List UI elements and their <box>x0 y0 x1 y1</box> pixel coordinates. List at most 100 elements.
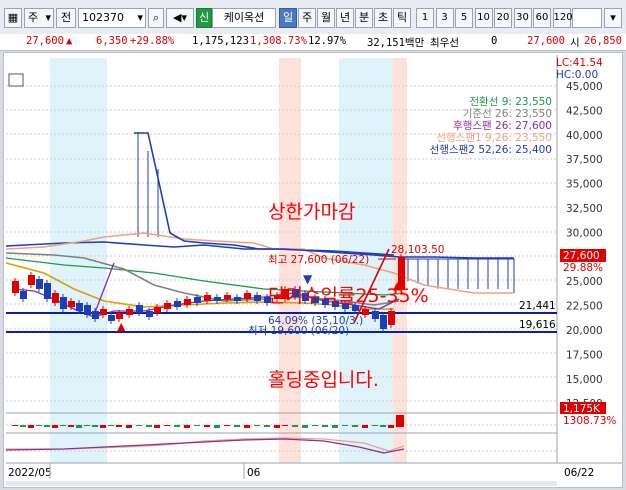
candle-body <box>52 293 59 303</box>
candle-body <box>204 295 211 301</box>
base-legend: 기준선 26: 23,550 <box>463 108 552 120</box>
volume-bar <box>84 425 90 426</box>
annotation-line-1: 상한가마감 <box>268 201 356 223</box>
lower-level-label: 19,616 <box>519 319 556 331</box>
amount: 32,151백만 <box>367 37 425 49</box>
chevron-down-icon[interactable]: ▾ <box>604 8 622 28</box>
change-rate: +29.88% <box>130 35 175 47</box>
candle-body <box>214 297 221 301</box>
volume-bar <box>52 425 58 428</box>
volume-bar <box>224 425 230 426</box>
up-arrow-icon: ▲ <box>66 35 73 47</box>
market-select-value: 주 <box>28 11 39 24</box>
volume-bar <box>28 425 34 428</box>
interval-input[interactable] <box>572 8 602 28</box>
period-tab[interactable]: 월 <box>317 8 335 28</box>
stock-code-value: 102370 <box>82 11 124 24</box>
volume-bar <box>108 425 114 426</box>
candle-body <box>184 299 191 305</box>
volume-bar <box>194 425 200 426</box>
highlight-band <box>50 58 107 463</box>
y-axis-tick: 32,500 <box>566 203 603 215</box>
volume-bar <box>68 425 74 427</box>
period-tab[interactable]: 분 <box>355 8 373 28</box>
search-icon[interactable]: ⌕ <box>148 8 164 28</box>
y-axis-tick: 35,000 <box>566 179 603 191</box>
interval-button[interactable]: 30 <box>513 8 532 28</box>
volume-tag-label: 1,175K <box>563 403 601 415</box>
period-tab[interactable]: 초 <box>374 8 392 28</box>
interval-button[interactable]: 10 <box>474 8 493 28</box>
date-mid: 06 <box>247 467 261 479</box>
volume-bar <box>312 425 318 426</box>
open-price: 26,850 <box>584 35 622 47</box>
interval-button[interactable]: 60 <box>533 8 551 28</box>
volume-bar <box>302 425 308 428</box>
grid-menu-icon[interactable]: ▦ <box>4 8 22 28</box>
period-tab[interactable]: 틱 <box>393 8 411 28</box>
conversion-legend: 전환선 9: 23,550 <box>469 96 552 108</box>
period-tab[interactable]: 일 <box>279 8 297 28</box>
y-axis-tick: 22,500 <box>566 301 603 313</box>
volume-bar <box>234 425 240 427</box>
volume-bar <box>126 425 132 428</box>
candle-body <box>244 293 251 299</box>
volume-bar <box>92 425 98 427</box>
calculator-icon[interactable] <box>8 73 24 87</box>
chevron-down-icon: ▾ <box>45 11 51 24</box>
interval-button[interactable]: 5 <box>455 8 473 28</box>
new-tag: 신 <box>196 8 212 28</box>
market-select[interactable]: 주 ▾ <box>24 8 54 28</box>
volume-bar <box>136 425 142 426</box>
chevron-down-icon: ▾ <box>137 11 143 24</box>
volume-bar <box>388 425 394 428</box>
candle-body <box>234 297 241 301</box>
candle-body <box>92 311 99 319</box>
volume-bar <box>342 425 348 426</box>
turnover-rate: 12.97% <box>308 35 346 47</box>
period-tab[interactable]: 주 <box>298 8 316 28</box>
volume-bar <box>264 425 270 427</box>
interval-button[interactable]: 20 <box>494 8 512 28</box>
volume-bar <box>214 425 220 428</box>
candle-body <box>76 303 83 311</box>
volume-bar <box>116 425 122 427</box>
volume-bar <box>322 425 328 427</box>
quote-bar: 27,600 ▲ 6,350 +29.88% 1,175,123 1,308.7… <box>0 34 626 51</box>
price-rate-label: 29.88% <box>563 262 603 274</box>
candle-body <box>68 301 75 307</box>
speaker-icon[interactable]: ◀▾ <box>166 8 194 28</box>
volume-bar <box>352 425 358 427</box>
date-start: 2022/05 <box>8 467 52 479</box>
candle-body <box>116 313 123 319</box>
stock-code-input[interactable]: 102370 ▾ <box>78 8 146 28</box>
volume-bar <box>282 425 288 426</box>
interval-button[interactable]: 120 <box>552 8 573 28</box>
y-axis-tick: 37,500 <box>566 154 603 166</box>
prefix-button[interactable]: 전 <box>56 8 76 28</box>
period-tab[interactable]: 년 <box>336 8 354 28</box>
candle-body <box>84 305 91 315</box>
chart-toolbar: ▦ 주 ▾ 전 102370 ▾ ⌕ ◀▾ 신 케이옥션 일주월년분초틱 1 3 5 10… <box>0 0 626 35</box>
volume-bar <box>204 425 210 427</box>
volume: 1,175,123 <box>192 35 249 47</box>
candle-body <box>254 295 261 301</box>
interval-button[interactable]: 3 <box>435 8 454 28</box>
volume-bar <box>254 425 260 426</box>
price-change: 6,350 <box>96 35 128 47</box>
volume-rate: 1,308.73% <box>250 35 307 47</box>
volume-bar <box>20 425 26 427</box>
candle-body <box>194 297 201 303</box>
open-label: 시 <box>570 37 580 49</box>
volume-bar <box>332 425 338 428</box>
interval-button[interactable]: 1 <box>416 8 434 28</box>
volume-bar <box>244 425 250 428</box>
stock-name: 케이옥션 <box>212 8 276 28</box>
horizontal-scrollbar[interactable] <box>6 481 557 486</box>
lead1-legend: 선행스팬1 9,26: 23,550 <box>436 132 552 144</box>
volume-bar <box>76 425 82 428</box>
candle-body <box>146 311 153 317</box>
y-axis-tick: 42,500 <box>566 105 603 117</box>
y-axis-tick: 20,000 <box>566 325 603 337</box>
buy-qty: 0 <box>491 35 498 47</box>
